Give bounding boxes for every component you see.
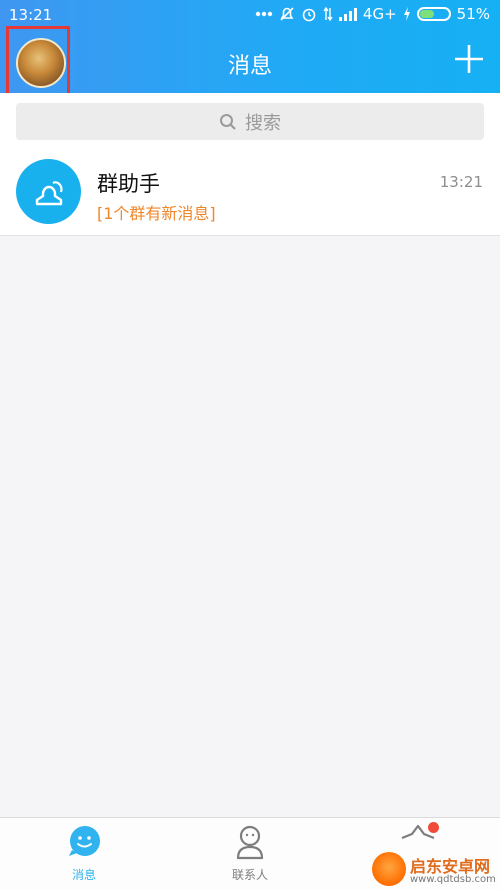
tab-messages-label: 消息	[71, 868, 96, 882]
contact-person-icon	[236, 825, 264, 860]
notification-dot	[428, 822, 439, 833]
tab-messages[interactable]: 消息	[24, 818, 144, 890]
header-bar: 13:21 4G+ 51% 消息	[0, 0, 500, 100]
search-placeholder: 搜索	[245, 112, 281, 134]
group-assistant-avatar	[16, 159, 81, 224]
battery-fill	[419, 10, 434, 18]
plus-icon	[455, 45, 483, 73]
watermark: 启东安卓网 www.qdtdsb.com	[372, 852, 500, 889]
watermark-logo	[372, 852, 406, 886]
tab-contacts-label: 联系人	[231, 868, 268, 882]
group-people-icon	[35, 180, 63, 205]
more-dots-icon	[255, 11, 273, 17]
status-icons: 4G+ 51%	[255, 5, 490, 23]
watermark-url: www.qdtdsb.com	[410, 874, 496, 885]
signal-icon	[338, 7, 357, 21]
mute-bell-icon	[279, 6, 295, 22]
status-bar: 13:21 4G+ 51%	[0, 0, 500, 28]
page-title: 消息	[227, 54, 272, 79]
search-area: 搜索	[0, 93, 500, 149]
alarm-icon	[301, 6, 317, 22]
message-title: 群助手	[97, 172, 160, 196]
charging-icon	[403, 7, 411, 21]
battery-icon	[416, 7, 451, 21]
search-icon	[220, 113, 236, 130]
list-item[interactable]: 群助手 [1个群有新消息] 13:21	[0, 149, 500, 236]
message-preview: [1个群有新消息]	[97, 204, 216, 223]
network-type: 4G+	[362, 5, 397, 23]
search-input[interactable]: 搜索	[16, 103, 484, 140]
data-arrows-icon	[323, 6, 333, 22]
tab-contacts[interactable]: 联系人	[190, 818, 310, 890]
add-button[interactable]	[454, 44, 484, 74]
battery-percent: 51%	[456, 5, 490, 23]
message-time: 13:21	[439, 173, 483, 191]
status-time: 13:21	[9, 6, 53, 24]
chat-bubble-icon	[69, 826, 100, 856]
